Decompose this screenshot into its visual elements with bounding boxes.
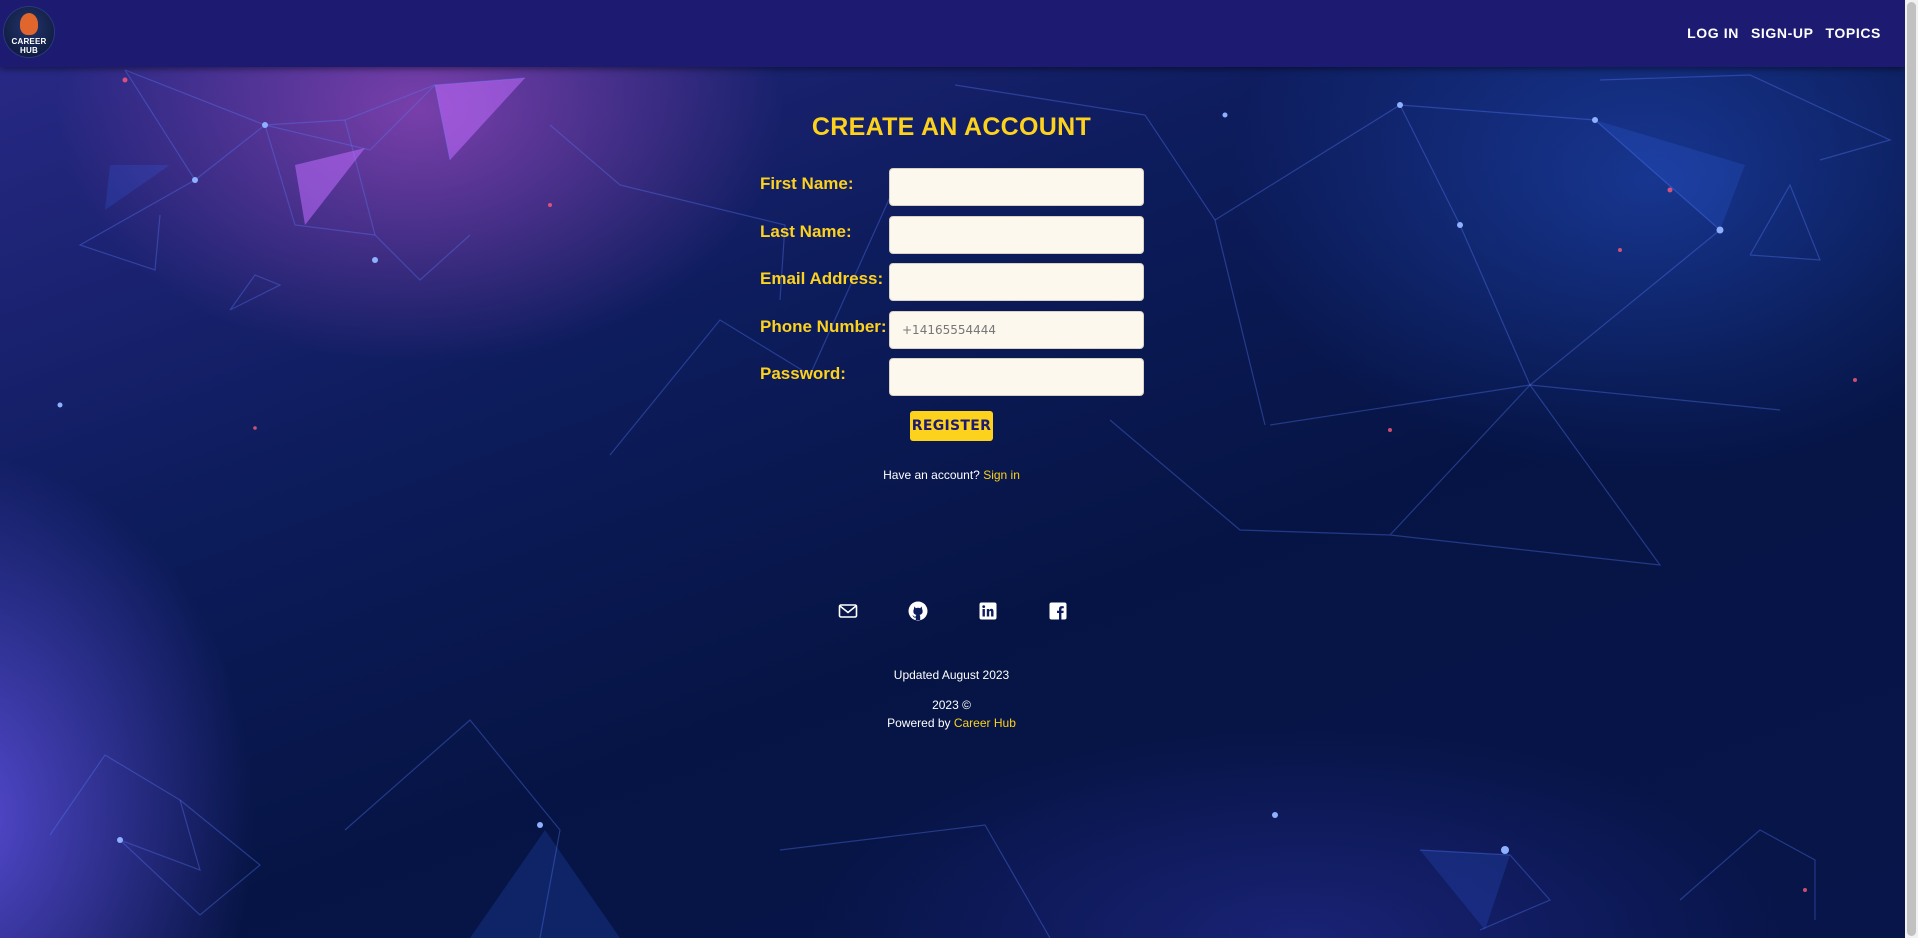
nav-login-link[interactable]: LOG IN	[1687, 25, 1739, 41]
nav-topics-link[interactable]: TOPICS	[1826, 25, 1881, 41]
first-name-input[interactable]	[889, 168, 1144, 206]
logo-text: CAREER HUB	[11, 37, 47, 55]
logo-figure-icon	[20, 13, 38, 35]
register-button[interactable]: REGISTER	[910, 411, 993, 441]
phone-label: Phone Number:	[760, 317, 887, 336]
signin-link[interactable]: Sign in	[983, 468, 1020, 482]
nav-links: LOG IN SIGN-UP TOPICS	[1687, 25, 1881, 41]
footer-updated-text: Updated August 2023	[893, 668, 1010, 682]
footer-copyright: 2023 ©	[932, 698, 971, 712]
signin-prompt: Have an account?	[883, 468, 980, 482]
page-title: CREATE AN ACCOUNT	[811, 113, 1092, 141]
nav-signup-link[interactable]: SIGN-UP	[1751, 25, 1814, 41]
career-hub-logo[interactable]: CAREER HUB	[4, 7, 54, 57]
signin-line: Have an account? Sign in	[759, 468, 1144, 482]
career-hub-link[interactable]: Career Hub	[954, 716, 1016, 730]
social-links	[838, 601, 1068, 621]
linkedin-icon[interactable]	[978, 601, 998, 621]
phone-input[interactable]	[889, 311, 1144, 349]
email-label: Email Address:	[760, 269, 884, 288]
last-name-label: Last Name:	[760, 222, 852, 241]
email-input[interactable]	[889, 263, 1144, 301]
navbar: CAREER HUB LOG IN SIGN-UP TOPICS	[0, 0, 1905, 67]
facebook-icon[interactable]	[1048, 601, 1068, 621]
footer-powered-by: Powered by Career Hub	[759, 716, 1144, 730]
password-input[interactable]	[889, 358, 1144, 396]
scrollbar-thumb[interactable]	[1907, 2, 1916, 936]
mail-icon[interactable]	[838, 601, 858, 621]
github-icon[interactable]	[908, 601, 928, 621]
powered-by-text: Powered by	[887, 716, 951, 730]
password-label: Password:	[760, 364, 846, 383]
last-name-input[interactable]	[889, 216, 1144, 254]
first-name-label: First Name:	[760, 174, 854, 193]
